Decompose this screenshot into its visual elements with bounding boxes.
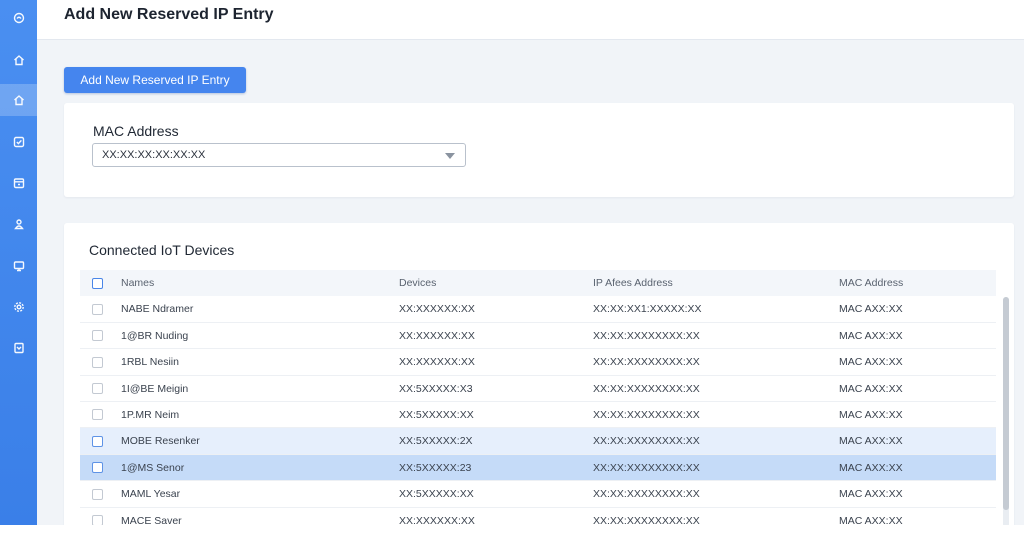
device-ip-address: XX:XX:XXXXXXXX:XX — [593, 461, 700, 474]
sidebar-item-logo[interactable] — [0, 2, 37, 34]
sidebar-item-reports[interactable] — [0, 332, 37, 364]
user-icon — [13, 219, 24, 230]
device-name: MAML Yesar — [121, 488, 181, 501]
row-checkbox[interactable] — [92, 330, 103, 342]
row-checkbox[interactable] — [92, 435, 103, 447]
mac-address-label: MAC Address — [93, 123, 179, 139]
device-name: 1RBL Nesiin — [121, 356, 179, 369]
device-id: XX:5XXXXX:XX — [399, 488, 474, 501]
device-mac-address: MAC AXX:XX — [839, 435, 903, 448]
column-header-ip-address[interactable]: IP Afees Address — [593, 270, 673, 296]
checkbox-icon — [13, 136, 24, 148]
table-row[interactable]: MOBE Resenker XX:5XXXXX:2X XX:XX:XXXXXXXX:… — [80, 428, 996, 455]
connected-devices-card: Connected IoT Devices Names Devices IP A… — [64, 223, 1014, 525]
device-id: XX:5XXXXX:XX — [399, 408, 474, 421]
sidebar-item-tasks[interactable] — [0, 126, 37, 158]
device-ip-address: XX:XX:XXXXXXXX:XX — [593, 488, 700, 501]
device-name: 1@MS Senor — [121, 461, 185, 474]
device-mac-address: MAC AXX:XX — [839, 382, 903, 395]
mac-address-card: MAC Address XX:XX:XX:XX:XX:XX — [64, 103, 1014, 197]
device-ip-address: XX:XX:XXXXXXXX:XX — [593, 435, 700, 448]
document-icon — [13, 342, 24, 354]
row-checkbox[interactable] — [92, 462, 103, 474]
sidebar-item-settings[interactable] — [0, 291, 37, 323]
table-row[interactable]: 1P.MR Neim XX:5XXXXX:XX XX:XX:XXXXXXXX:XX M… — [80, 402, 996, 429]
device-name: MOBE Resenker — [121, 435, 200, 448]
table-scrollbar[interactable] — [1003, 297, 1009, 525]
app-window: Add New Reserved IP Entry Add New Reserv… — [0, 0, 1024, 525]
device-id: XX:5XXXXX:2X — [399, 435, 473, 448]
table-row[interactable]: MACE Saver XX:XXXXXX:XX XX:XX:XXXXXXXX:XX M… — [80, 508, 996, 525]
row-checkbox[interactable] — [92, 356, 103, 368]
sidebar-item-calendar[interactable] — [0, 167, 37, 199]
device-id: XX:XXXXXX:XX — [399, 356, 475, 369]
device-mac-address: MAC AXX:XX — [839, 303, 903, 316]
device-ip-address: XX:XX:XXXXXXXX:XX — [593, 514, 700, 525]
device-name: 1I@BE Meigin — [121, 382, 189, 395]
column-header-mac-address[interactable]: MAC Address — [839, 270, 903, 296]
device-ip-address: XX:XX:XXXXXXXX:XX — [593, 356, 700, 369]
chevron-down-icon — [445, 153, 455, 159]
device-id: XX:XXXXXX:XX — [399, 514, 475, 525]
device-id: XX:5XXXXX:X3 — [399, 382, 473, 395]
column-header-devices[interactable]: Devices — [399, 270, 436, 296]
network-icon — [13, 95, 24, 106]
sidebar-item-home[interactable] — [0, 44, 37, 76]
device-ip-address: XX:XX:XXXXXXXX:XX — [593, 408, 700, 421]
gear-icon — [13, 302, 24, 312]
column-header-names[interactable]: Names — [121, 270, 154, 296]
device-mac-address: MAC AXX:XX — [839, 356, 903, 369]
device-name: MACE Saver — [121, 514, 182, 525]
device-mac-address: MAC AXX:XX — [839, 488, 903, 501]
device-mac-address: MAC AXX:XX — [839, 408, 903, 421]
scrollbar-thumb[interactable] — [1003, 297, 1009, 510]
table-row[interactable]: 1I@BE Meigin XX:5XXXXX:X3 XX:XX:XXXXXXXX:X… — [80, 376, 996, 402]
devices-table: Names Devices IP Afees Address MAC Addre… — [80, 270, 996, 525]
device-mac-address: MAC AXX:XX — [839, 329, 903, 342]
table-row[interactable]: MAML Yesar XX:5XXXXX:XX XX:XX:XXXXXXXX:XX M… — [80, 481, 996, 508]
device-ip-address: XX:XX:XX1:XXXXX:XX — [593, 303, 702, 316]
device-id: XX:XXXXXX:XX — [399, 329, 475, 342]
select-all-checkbox[interactable] — [92, 277, 103, 289]
device-mac-address: MAC AXX:XX — [839, 514, 903, 525]
sidebar — [0, 0, 37, 525]
add-reserved-ip-button[interactable]: Add New Reserved IP Entry — [64, 67, 246, 93]
top-bar: Add New Reserved IP Entry — [37, 0, 1024, 40]
devices-section-title: Connected IoT Devices — [89, 242, 235, 258]
table-row[interactable]: NABE Ndramer XX:XXXXXX:XX XX:XX:XX1:XXXXX:… — [80, 296, 996, 323]
table-row[interactable]: 1@MS Senor XX:5XXXXX:23 XX:XX:XXXXXXXX:XX M… — [80, 454, 996, 482]
device-id: XX:XXXXXX:XX — [399, 303, 475, 316]
row-checkbox[interactable] — [92, 303, 103, 315]
page-title: Add New Reserved IP Entry — [64, 6, 274, 23]
table-row[interactable]: 1RBL Nesiin XX:XXXXXX:XX XX:XX:XXXXXXXX:XX… — [80, 349, 996, 376]
monitor-icon — [13, 261, 24, 272]
row-checkbox[interactable] — [92, 488, 103, 500]
device-mac-address: MAC AXX:XX — [839, 461, 903, 474]
mac-address-select[interactable]: XX:XX:XX:XX:XX:XX — [92, 143, 466, 167]
device-name: 1P.MR Neim — [121, 408, 180, 421]
logo-icon — [13, 12, 24, 24]
device-name: 1@BR Nuding — [121, 329, 189, 342]
home-icon — [13, 55, 24, 66]
table-header-row: Names Devices IP Afees Address MAC Addre… — [80, 270, 996, 297]
table-row[interactable]: 1@BR Nuding XX:XXXXXX:XX XX:XX:XXXXXXXX:XX… — [80, 323, 996, 350]
device-name: NABE Ndramer — [121, 303, 194, 316]
sidebar-item-network[interactable] — [0, 84, 37, 116]
mac-address-value: XX:XX:XX:XX:XX:XX — [102, 149, 206, 161]
calendar-icon — [13, 178, 24, 189]
device-ip-address: XX:XX:XXXXXXXX:XX — [593, 382, 700, 395]
sidebar-item-devices[interactable] — [0, 250, 37, 282]
row-checkbox[interactable] — [92, 409, 103, 421]
row-checkbox[interactable] — [92, 383, 103, 395]
sidebar-item-users[interactable] — [0, 208, 37, 240]
device-ip-address: XX:XX:XXXXXXXX:XX — [593, 329, 700, 342]
row-checkbox[interactable] — [92, 515, 103, 525]
device-id: XX:5XXXXX:23 — [399, 461, 472, 474]
